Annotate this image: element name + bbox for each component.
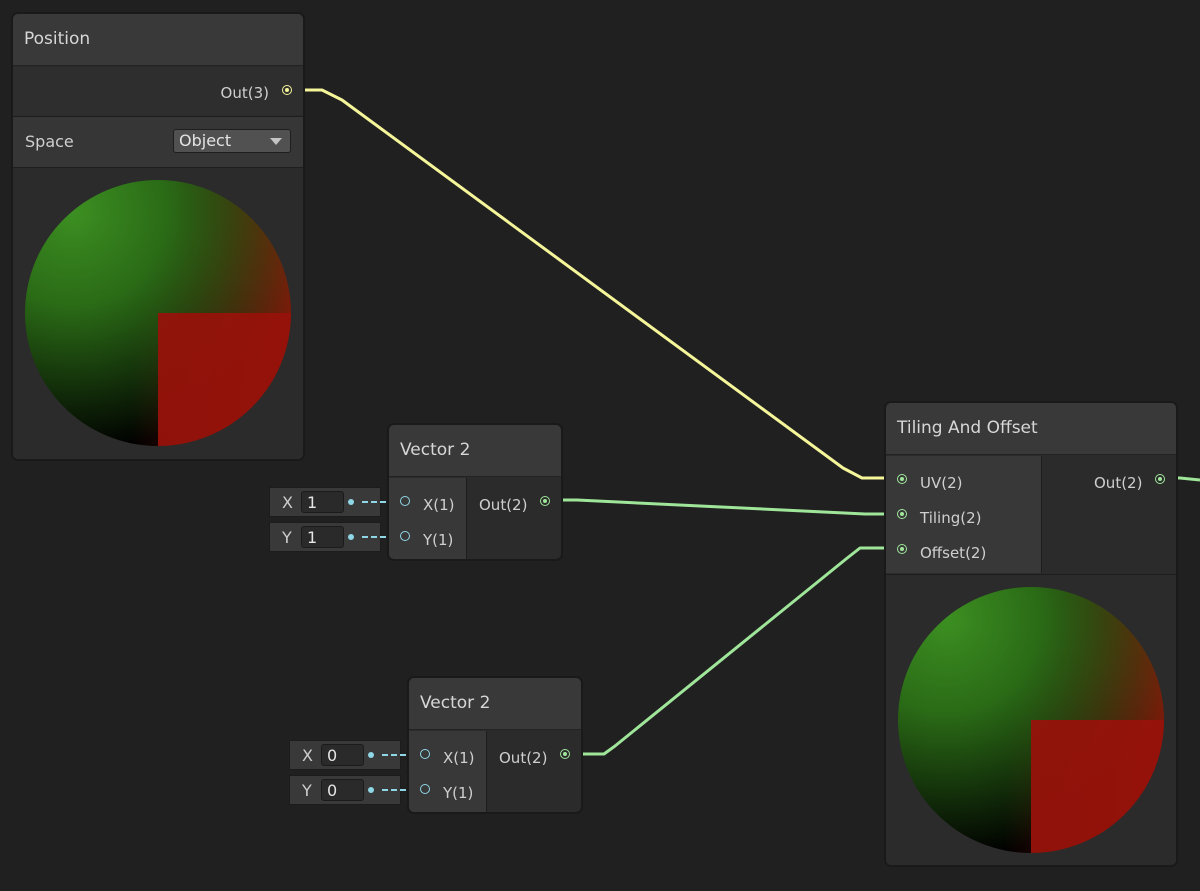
x-axis-label: X	[302, 746, 313, 765]
space-label: Space	[25, 132, 74, 151]
inputs-column: X(1) Y(1)	[389, 478, 467, 559]
vector2-node-a[interactable]: Vector 2 X(1) Y(1) Out(2)	[388, 424, 562, 560]
node-title[interactable]: Vector 2	[389, 425, 561, 477]
vector2-b-title: Vector 2	[420, 693, 491, 713]
input-port-y[interactable]	[400, 531, 410, 541]
input-uv-label: UV(2)	[920, 474, 963, 492]
x-value-input[interactable]: 1	[301, 491, 344, 513]
input-port-y[interactable]	[420, 784, 430, 794]
space-dropdown[interactable]: Object	[173, 129, 291, 153]
inputs-column: X(1) Y(1)	[409, 731, 487, 812]
space-value: Object	[179, 131, 232, 150]
y-value-input[interactable]: 1	[301, 526, 344, 548]
edge-dot	[348, 499, 354, 505]
edge-line	[382, 754, 406, 758]
input-port-x[interactable]	[400, 496, 410, 506]
tiling-and-offset-node[interactable]: Tiling And Offset UV(2) Tiling(2) Offset…	[885, 402, 1177, 866]
input-port-offset[interactable]	[897, 544, 907, 554]
y-axis-label: Y	[302, 781, 312, 800]
wire-vector2a-to-tiling[interactable]	[547, 498, 902, 516]
output-port[interactable]	[540, 496, 550, 506]
output-port-row: Out(3)	[13, 67, 303, 115]
vector2-a-title: Vector 2	[400, 440, 471, 460]
out-label: Out(2)	[499, 749, 548, 767]
vector2-node-b[interactable]: Vector 2 X(1) Y(1) Out(2)	[408, 677, 582, 813]
edge-line	[362, 501, 386, 505]
output-port[interactable]	[560, 749, 570, 759]
edge-dot	[368, 787, 374, 793]
wire-vector2b-to-offset[interactable]	[567, 546, 902, 756]
y-value-field: Y 1	[269, 522, 386, 552]
space-row: Space Object	[13, 116, 303, 168]
position-title: Position	[24, 29, 91, 49]
preview-area	[886, 574, 1176, 865]
tiling-offset-title: Tiling And Offset	[897, 418, 1038, 438]
node-title[interactable]: Position	[13, 14, 303, 66]
x-value-field: X 0	[289, 740, 406, 770]
inputs-column: UV(2) Tiling(2) Offset(2)	[886, 456, 1042, 573]
preview-sphere	[898, 587, 1164, 853]
input-tiling-label: Tiling(2)	[920, 509, 982, 527]
input-port-x[interactable]	[420, 749, 430, 759]
y-value-input[interactable]: 0	[321, 779, 364, 801]
preview-area	[13, 168, 303, 459]
input-y-label: Y(1)	[423, 531, 454, 549]
preview-sphere	[25, 180, 291, 446]
position-node[interactable]: Position Out(3) Space Object	[12, 13, 304, 460]
input-x-label: X(1)	[443, 749, 475, 767]
input-x-label: X(1)	[423, 496, 455, 514]
output-port[interactable]	[282, 85, 292, 95]
y-axis-label: Y	[282, 528, 292, 547]
out-label: Out(3)	[220, 84, 269, 102]
edge-dot	[368, 752, 374, 758]
x-axis-label: X	[282, 493, 293, 512]
edge-dot	[348, 534, 354, 540]
wire-position-to-uv[interactable]	[289, 88, 902, 480]
input-port-tiling[interactable]	[897, 509, 907, 519]
x-value-input[interactable]: 0	[321, 744, 364, 766]
edge-line	[362, 536, 386, 540]
out-label: Out(2)	[1094, 474, 1143, 492]
node-title[interactable]: Vector 2	[409, 678, 581, 730]
output-port[interactable]	[1155, 474, 1165, 484]
node-title[interactable]: Tiling And Offset	[886, 403, 1176, 455]
y-value-field: Y 0	[289, 775, 406, 805]
out-label: Out(2)	[479, 496, 528, 514]
edge-line	[382, 789, 406, 793]
input-port-uv[interactable]	[897, 474, 907, 484]
chevron-down-icon	[270, 138, 282, 145]
input-y-label: Y(1)	[443, 784, 474, 802]
input-offset-label: Offset(2)	[920, 544, 987, 562]
x-value-field: X 1	[269, 487, 386, 517]
